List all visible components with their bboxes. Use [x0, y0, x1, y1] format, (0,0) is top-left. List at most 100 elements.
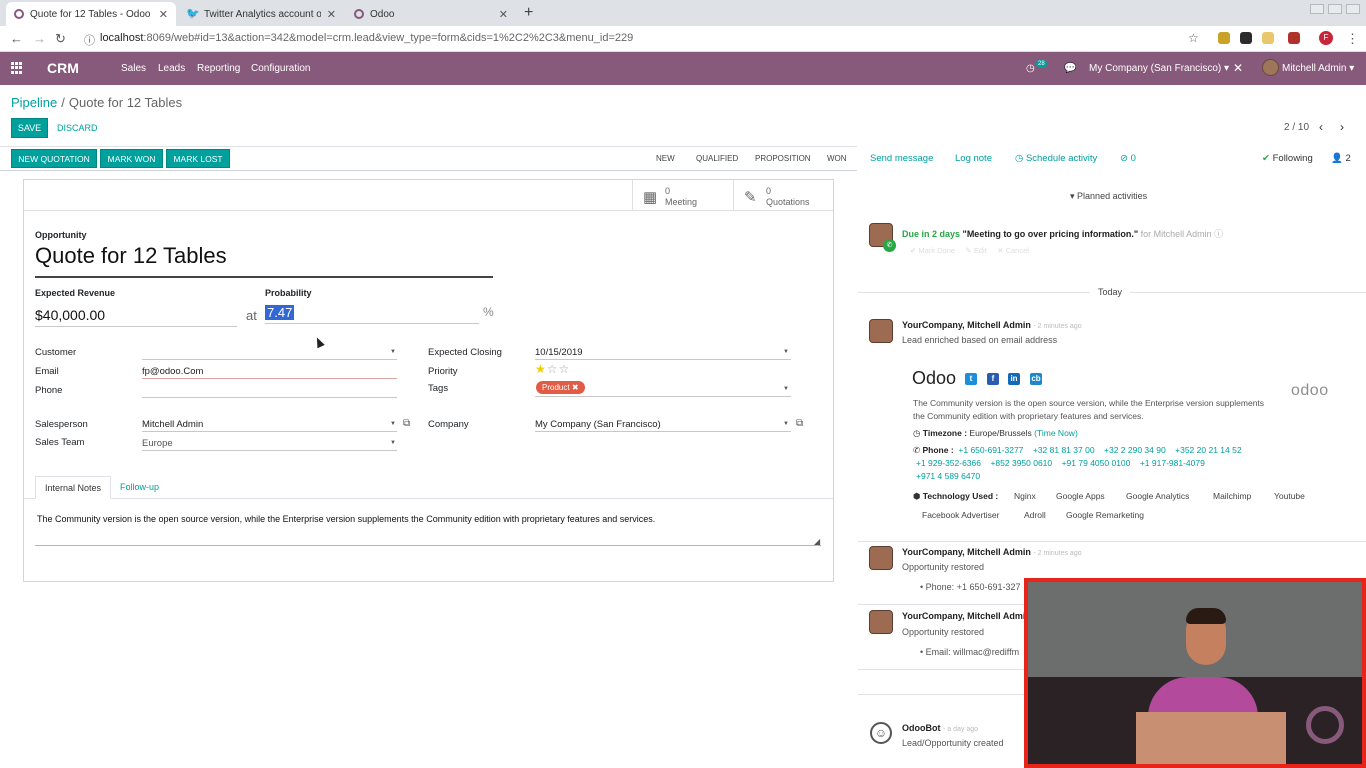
- cancel-activity-button[interactable]: ✕ Cancel: [997, 246, 1029, 255]
- profile-avatar[interactable]: F: [1319, 31, 1333, 45]
- app-brand[interactable]: CRM: [47, 60, 79, 76]
- breadcrumb-pipeline-link[interactable]: Pipeline: [11, 95, 57, 110]
- browser-tab-active[interactable]: Quote for 12 Tables - Odoo ✕: [6, 2, 176, 26]
- tab-internal-notes[interactable]: Internal Notes: [35, 476, 112, 499]
- back-icon[interactable]: ←: [10, 31, 23, 46]
- phone-link[interactable]: +91 79 4050 0100: [1062, 458, 1131, 468]
- browser-tab[interactable]: Odoo ✕: [346, 2, 516, 26]
- messaging-icon[interactable]: 💬: [1064, 63, 1076, 74]
- facebook-icon[interactable]: f: [987, 373, 999, 385]
- menu-leads[interactable]: Leads: [158, 63, 185, 74]
- stage-proposition[interactable]: PROPOSITION: [755, 154, 811, 163]
- chevron-down-icon[interactable]: ▼: [783, 349, 789, 355]
- menu-sales[interactable]: Sales: [121, 63, 146, 74]
- forward-icon[interactable]: →: [33, 31, 46, 46]
- email-input[interactable]: fp@odoo.Com: [142, 366, 203, 377]
- send-message-button[interactable]: Send message: [870, 153, 933, 164]
- mark-won-button[interactable]: MARK WON: [100, 149, 163, 168]
- minimize-icon[interactable]: [1310, 4, 1324, 14]
- mark-done-button[interactable]: ✔ Mark Done: [910, 246, 955, 255]
- discard-button[interactable]: DISCARD: [57, 123, 98, 133]
- star-empty-icon[interactable]: ☆: [559, 362, 571, 376]
- pager-previous-icon[interactable]: ‹: [1319, 120, 1323, 134]
- tab-close-icon[interactable]: ✕: [327, 8, 336, 21]
- close-icon[interactable]: ✕: [1233, 61, 1243, 75]
- info-icon[interactable]: ⓘ: [84, 32, 95, 48]
- external-link-icon[interactable]: ⧉: [796, 418, 803, 429]
- new-tab-icon[interactable]: +: [524, 4, 533, 22]
- phone-link[interactable]: +852 3950 0610: [990, 458, 1052, 468]
- user-menu[interactable]: Mitchell Admin ▾: [1282, 63, 1354, 74]
- url-field[interactable]: localhost:8069/web#id=13&action=342&mode…: [100, 32, 633, 44]
- internal-notes-textarea[interactable]: The Community version is the open source…: [37, 514, 655, 524]
- phone-link[interactable]: +32 2 290 34 90: [1104, 445, 1166, 455]
- maximize-icon[interactable]: [1328, 4, 1342, 14]
- stage-won[interactable]: WON: [827, 154, 847, 163]
- twitter-icon[interactable]: t: [965, 373, 977, 385]
- reload-icon[interactable]: ↻: [55, 31, 66, 47]
- planned-activities-toggle[interactable]: ▾ Planned activities: [1062, 191, 1156, 202]
- phone-link[interactable]: +32 81 81 37 00: [1033, 445, 1095, 455]
- tag-remove-icon[interactable]: ✖: [572, 383, 579, 392]
- following-button[interactable]: ✔ Following: [1262, 153, 1313, 164]
- schedule-activity-button[interactable]: ◷ Schedule activity: [1015, 153, 1097, 164]
- attachments-button[interactable]: ⊘ 0: [1120, 153, 1136, 164]
- expected-revenue-input[interactable]: $40,000.00: [35, 307, 105, 323]
- extension-icon[interactable]: [1288, 32, 1300, 44]
- company-input[interactable]: My Company (San Francisco): [535, 419, 661, 430]
- tab-close-icon[interactable]: ✕: [499, 8, 508, 21]
- edit-activity-button[interactable]: ✎ Edit: [965, 246, 986, 255]
- crunchbase-icon[interactable]: cb: [1030, 373, 1042, 385]
- browser-tab[interactable]: 🐦 Twitter Analytics account ov ✕: [178, 2, 344, 26]
- probability-input[interactable]: 7.47: [265, 305, 295, 320]
- pager-next-icon[interactable]: ›: [1340, 120, 1344, 134]
- phone-link[interactable]: +971 4 589 6470: [916, 471, 980, 481]
- phone-link[interactable]: +352 20 21 14 52: [1175, 445, 1241, 455]
- save-button[interactable]: SAVE: [11, 118, 48, 138]
- star-empty-icon[interactable]: ☆: [547, 362, 559, 376]
- phone-link[interactable]: +1 917-981-4079: [1140, 458, 1205, 468]
- opportunity-title-input[interactable]: Quote for 12 Tables: [35, 243, 227, 269]
- chevron-down-icon[interactable]: ▼: [390, 440, 396, 446]
- time-now-link[interactable]: (Time Now): [1034, 428, 1078, 438]
- star-filled-icon[interactable]: ★: [535, 362, 547, 376]
- chevron-down-icon[interactable]: ▼: [783, 386, 789, 392]
- linkedin-icon[interactable]: in: [1008, 373, 1020, 385]
- sales-team-input[interactable]: Europe: [142, 438, 173, 449]
- browser-menu-icon[interactable]: ⋮: [1346, 31, 1359, 47]
- resize-handle-icon[interactable]: ◢: [814, 537, 820, 546]
- mark-lost-button[interactable]: MARK LOST: [166, 149, 230, 168]
- chevron-down-icon[interactable]: ▼: [390, 421, 396, 427]
- log-note-button[interactable]: Log note: [955, 153, 992, 164]
- menu-reporting[interactable]: Reporting: [197, 63, 240, 74]
- salesperson-input[interactable]: Mitchell Admin: [142, 419, 203, 430]
- chevron-down-icon[interactable]: ▼: [783, 421, 789, 427]
- stage-new[interactable]: NEW: [656, 154, 675, 163]
- phone-link[interactable]: +1 650-691-3277: [958, 445, 1023, 455]
- user-avatar[interactable]: [1262, 59, 1279, 76]
- followers-button[interactable]: 👤 2: [1331, 153, 1351, 164]
- priority-widget[interactable]: ★☆☆: [535, 362, 570, 376]
- tab-follow-up[interactable]: Follow-up: [111, 476, 168, 499]
- menu-configuration[interactable]: Configuration: [251, 63, 310, 74]
- tab-close-icon[interactable]: ✕: [159, 8, 168, 21]
- apps-menu-icon[interactable]: [11, 62, 23, 74]
- expected-closing-input[interactable]: 10/15/2019: [535, 347, 583, 358]
- info-icon[interactable]: ⓘ: [1214, 229, 1223, 239]
- extension-icon[interactable]: [1218, 32, 1230, 44]
- phone-link[interactable]: +1 929-352-6366: [916, 458, 981, 468]
- extension-icon[interactable]: [1262, 32, 1274, 44]
- external-link-icon[interactable]: ⧉: [403, 418, 410, 429]
- company-switcher[interactable]: My Company (San Francisco) ▾: [1089, 63, 1229, 74]
- stage-qualified[interactable]: QUALIFIED: [696, 154, 738, 163]
- bookmark-star-icon[interactable]: ☆: [1188, 31, 1199, 45]
- close-window-icon[interactable]: [1346, 4, 1360, 14]
- quotations-smart-button[interactable]: ✎ 0 Quotations: [733, 180, 833, 211]
- meeting-smart-button[interactable]: ▦ 0 Meeting: [632, 180, 733, 211]
- new-quotation-button[interactable]: NEW QUOTATION: [11, 149, 97, 168]
- following-label: Following: [1272, 153, 1313, 164]
- chevron-down-icon[interactable]: ▼: [390, 349, 396, 355]
- extension-icon[interactable]: [1240, 32, 1252, 44]
- activity-icon[interactable]: ◷ 28: [1026, 60, 1047, 74]
- tag-badge[interactable]: Product ✖: [536, 381, 585, 394]
